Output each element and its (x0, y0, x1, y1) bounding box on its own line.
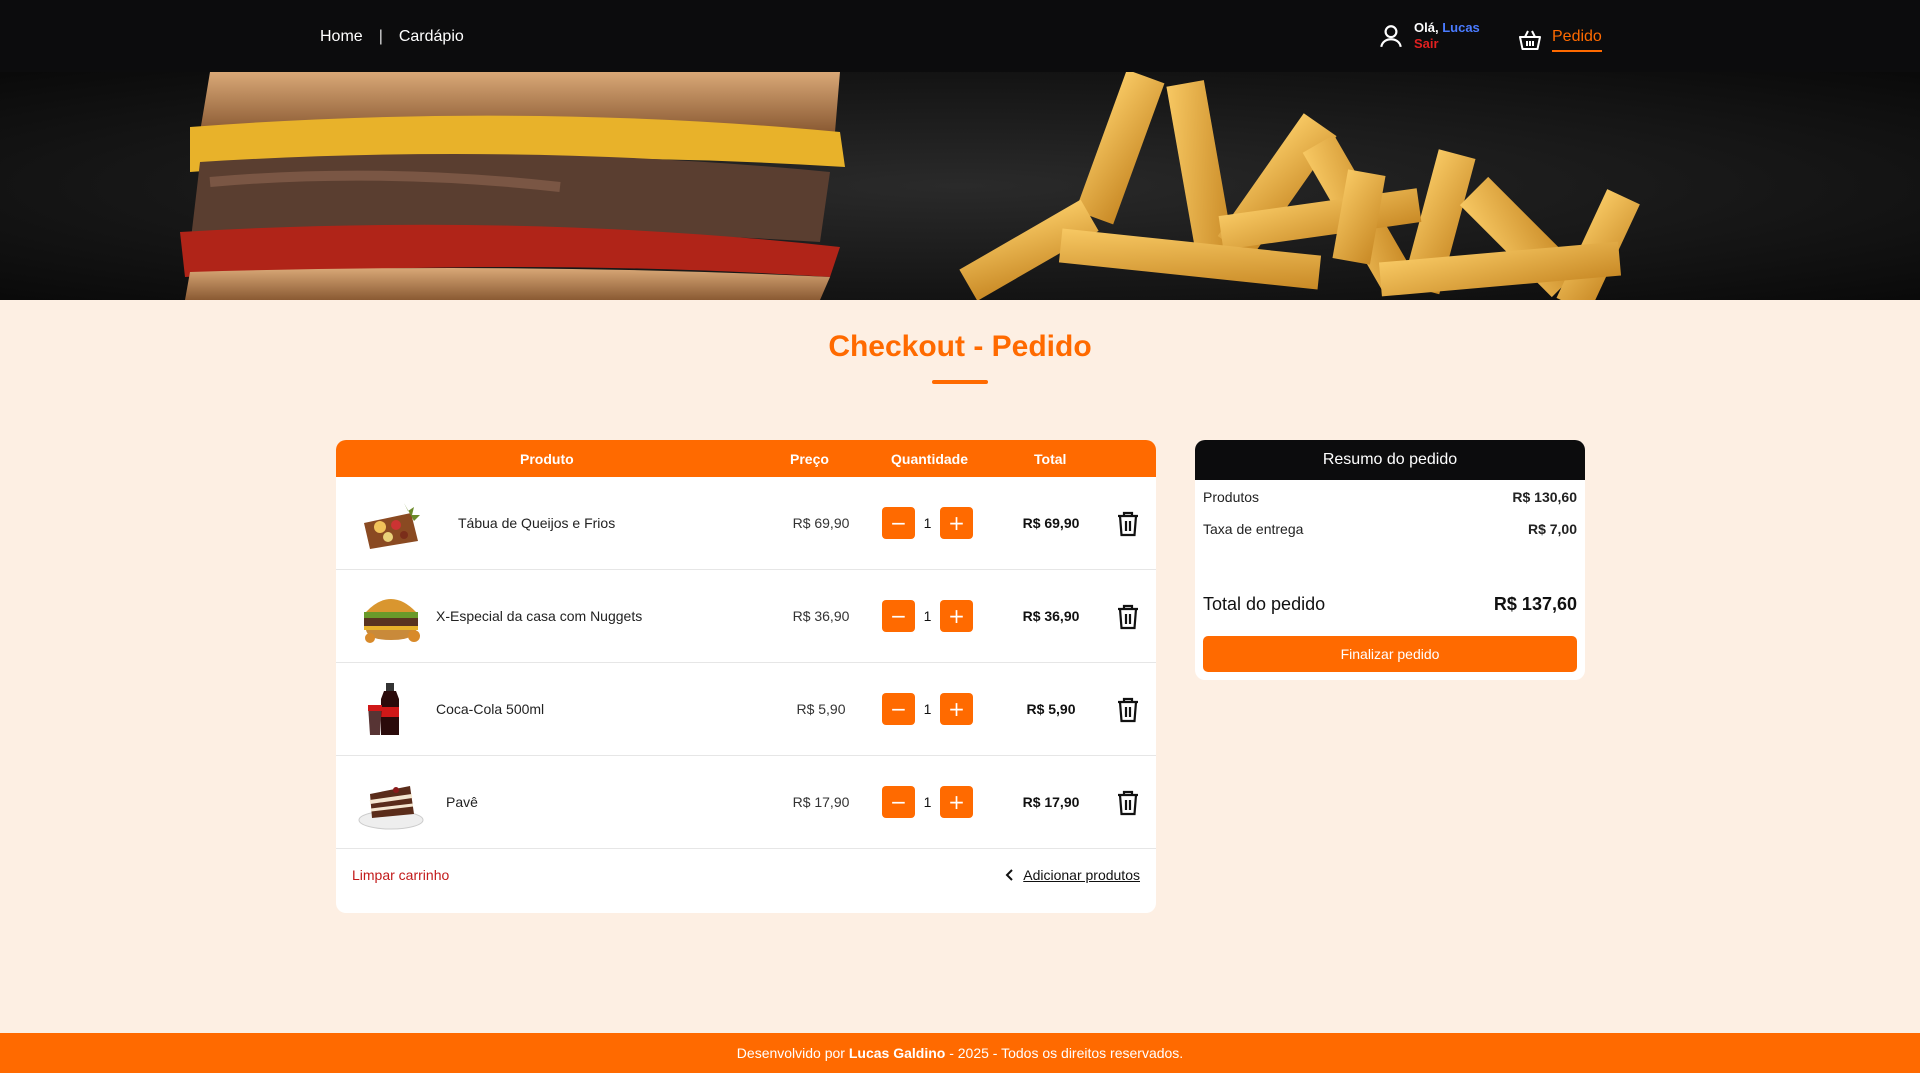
nav-links: Home | Cardápio (320, 28, 464, 46)
product-total: R$ 36,90 (1022, 608, 1080, 624)
header-price: Preço (790, 451, 829, 467)
logout-link[interactable]: Sair (1414, 36, 1480, 52)
trash-icon[interactable] (1116, 697, 1140, 723)
decrease-quantity-button[interactable]: − (882, 693, 915, 725)
user-name: Lucas (1442, 20, 1480, 35)
decrease-quantity-button[interactable]: − (882, 600, 915, 632)
user-box: Olá, Lucas Sair (1378, 20, 1480, 52)
product-total: R$ 5,90 (1026, 701, 1076, 717)
trash-icon[interactable] (1116, 604, 1140, 630)
trash-icon[interactable] (1116, 511, 1140, 537)
table-row: Pavê R$ 17,90 − 1 + R$ 17,90 (336, 756, 1156, 849)
cart-link[interactable]: Pedido (1518, 28, 1602, 52)
add-products-link[interactable]: Adicionar produtos (1005, 867, 1140, 883)
trash-icon[interactable] (1116, 790, 1140, 816)
summary-delivery-label: Taxa de entrega (1203, 521, 1304, 537)
burger-image (364, 599, 420, 643)
title-underline (932, 380, 988, 384)
hero-banner (0, 72, 1920, 300)
cart-table-header: Produto Preço Quantidade Total (336, 440, 1156, 477)
table-row: Tábua de Queijos e Frios R$ 69,90 − 1 + … (336, 477, 1156, 570)
burger-fries-banner-image (0, 72, 1920, 300)
quantity-stepper: − 1 + (882, 693, 982, 725)
quantity-stepper: − 1 + (882, 786, 982, 818)
chevron-left-icon (1005, 869, 1013, 881)
cheese-board-image (364, 503, 420, 549)
product-price: R$ 5,90 (796, 701, 846, 717)
nav-menu-link[interactable]: Cardápio (399, 28, 464, 46)
quantity-value: 1 (923, 701, 932, 717)
product-total: R$ 17,90 (1022, 794, 1080, 810)
cart-label: Pedido (1552, 28, 1602, 52)
footer-suffix: - 2025 - Todos os direitos reservados. (949, 1045, 1184, 1061)
increase-quantity-button[interactable]: + (940, 693, 973, 725)
product-name: Tábua de Queijos e Frios (458, 515, 616, 531)
finish-order-button[interactable]: Finalizar pedido (1203, 636, 1577, 672)
page-title: Checkout - Pedido (828, 330, 1092, 363)
increase-quantity-button[interactable]: + (940, 507, 973, 539)
footer: Desenvolvido por Lucas Galdino - 2025 - … (0, 1033, 1920, 1073)
summary-delivery-line: Taxa de entrega R$ 7,00 (1203, 521, 1577, 537)
quantity-stepper: − 1 + (882, 600, 982, 632)
greeting-text: Olá, (1414, 20, 1439, 35)
add-products-label: Adicionar produtos (1023, 867, 1140, 883)
dessert-image (358, 786, 424, 830)
table-row: Coca-Cola 500ml R$ 5,90 − 1 + R$ 5,90 (336, 663, 1156, 756)
increase-quantity-button[interactable]: + (940, 600, 973, 632)
increase-quantity-button[interactable]: + (940, 786, 973, 818)
summary-products-label: Produtos (1203, 489, 1260, 505)
summary-total-label: Total do pedido (1203, 594, 1326, 614)
navbar: Home | Cardápio Olá, Lucas Sair Pedido (0, 0, 1920, 72)
cart-table: Produto Preço Quantidade Total Tábua de … (336, 440, 1156, 913)
header-product: Produto (520, 451, 574, 467)
summary-products-value: R$ 130,60 (1512, 489, 1577, 505)
basket-icon (1519, 30, 1541, 50)
summary-products-line: Produtos R$ 130,60 (1203, 489, 1577, 505)
cart-footer: Limpar carrinho Adicionar produtos (336, 849, 1156, 913)
product-price: R$ 69,90 (792, 515, 850, 531)
table-row: X-Especial da casa com Nuggets R$ 36,90 … (336, 570, 1156, 663)
nav-separator: | (378, 28, 383, 45)
product-price: R$ 36,90 (792, 608, 850, 624)
clear-cart-link[interactable]: Limpar carrinho (352, 867, 449, 883)
product-price: R$ 17,90 (792, 794, 850, 810)
quantity-stepper: − 1 + (882, 507, 982, 539)
decrease-quantity-button[interactable]: − (882, 786, 915, 818)
footer-prefix: Desenvolvido por (736, 1045, 845, 1061)
product-name: Coca-Cola 500ml (436, 701, 545, 717)
soda-image (368, 683, 399, 735)
quantity-value: 1 (923, 515, 932, 531)
summary-total-line: Total do pedido R$ 137,60 (1203, 594, 1577, 615)
decrease-quantity-button[interactable]: − (882, 507, 915, 539)
order-summary: Resumo do pedido Produtos R$ 130,60 Taxa… (1195, 440, 1585, 680)
user-greeting: Olá, Lucas Sair (1414, 20, 1480, 52)
summary-delivery-value: R$ 7,00 (1527, 521, 1577, 537)
product-name: X-Especial da casa com Nuggets (436, 608, 643, 624)
nav-home-link[interactable]: Home (320, 28, 363, 46)
quantity-value: 1 (923, 794, 932, 810)
summary-title: Resumo do pedido (1195, 440, 1585, 480)
summary-total-value: R$ 137,60 (1493, 594, 1577, 614)
footer-author: Lucas Galdino (848, 1045, 946, 1061)
user-icon (1380, 25, 1402, 48)
product-total: R$ 69,90 (1022, 515, 1080, 531)
header-quantity: Quantidade (891, 451, 969, 467)
product-name: Pavê (446, 794, 478, 810)
quantity-value: 1 (923, 608, 932, 624)
header-total: Total (1034, 451, 1067, 467)
